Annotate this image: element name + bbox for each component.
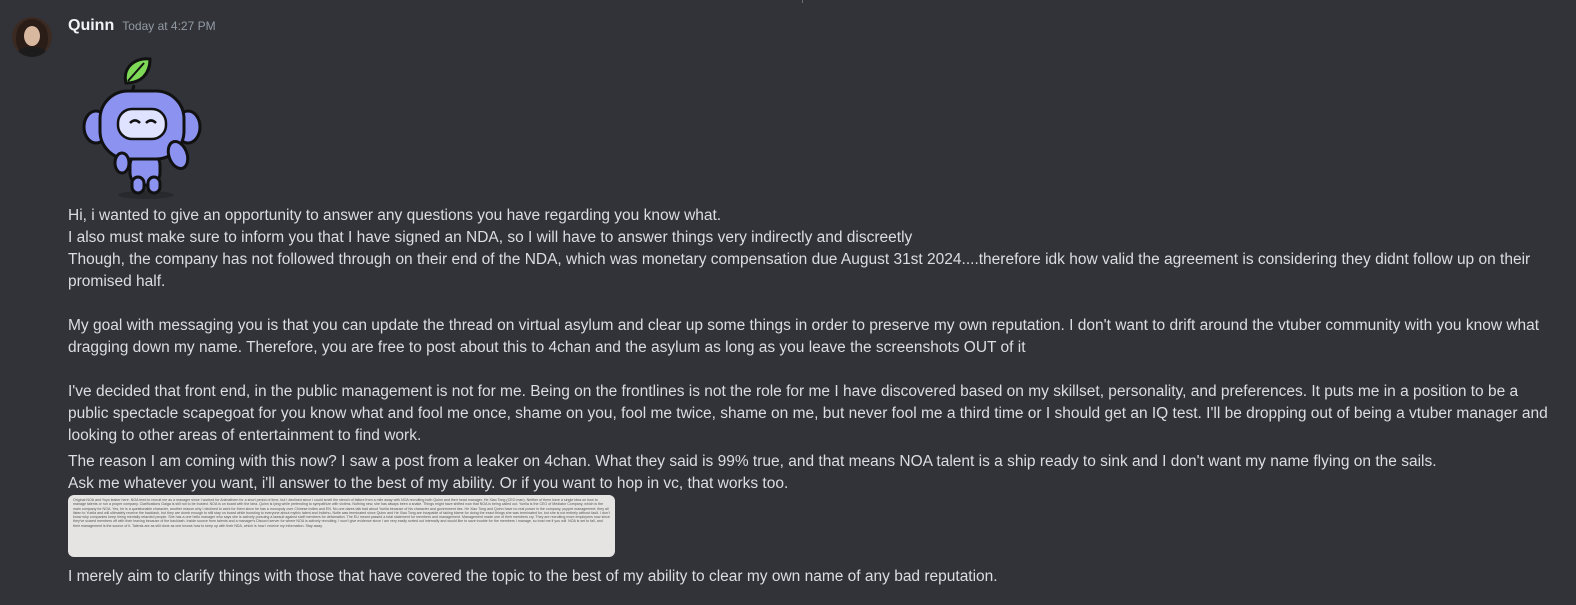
image-attachment[interactable]: Original NOA and Yoyo leaker here. NOA t… [68,495,615,557]
chat-message: Quinn Today at 4:27 PM Hi, i wanted to g… [0,0,1576,605]
message-line: Though, the company has not followed thr… [68,251,1531,290]
message-content: Hi, i wanted to give an opportunity to a… [68,205,1548,495]
timestamp[interactable]: Today at 4:27 PM [122,19,215,33]
message-line: Ask me whatever you want, i'll answer to… [68,475,789,492]
message-line: Hi, i wanted to give an opportunity to a… [68,207,722,224]
divider [802,0,803,3]
message-line: I also must make sure to inform you that… [68,229,913,246]
attachment-text: Original NOA and Yoyo leaker here. NOA t… [73,498,610,528]
message-header: Quinn Today at 4:27 PM [68,17,216,39]
username[interactable]: Quinn [68,17,114,35]
message-line: The reason I am coming with this now? I … [68,453,1437,470]
wumpus-leaf-icon [82,57,202,199]
avatar[interactable] [12,17,52,57]
message-line: I merely aim to clarify things with thos… [68,568,998,585]
message-line [68,293,1548,315]
message-line: My goal with messaging you is that you c… [68,317,1540,356]
message-line [68,359,1548,381]
message-line: I've decided that front end, in the publ… [68,383,1548,444]
wumpus-sticker[interactable] [78,53,208,203]
